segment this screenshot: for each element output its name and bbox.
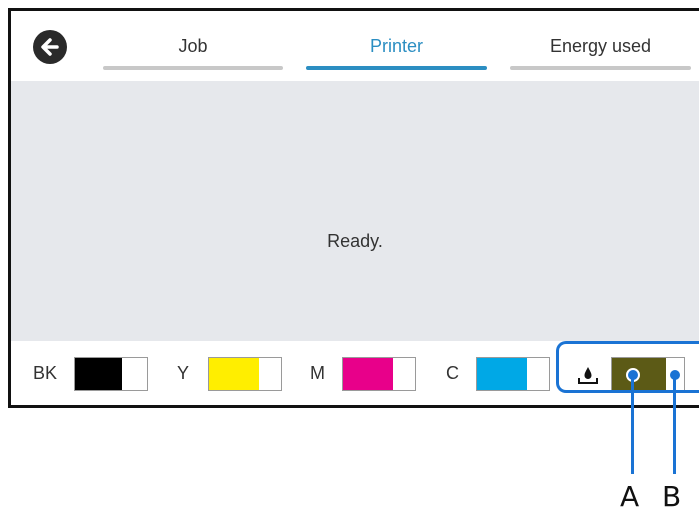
status-message: Ready. (327, 231, 383, 251)
callout-a-label: A (620, 480, 640, 513)
tab-printer-label: Printer (369, 36, 423, 56)
ink-gauge-m (342, 357, 416, 391)
tab-energy-used[interactable]: Energy used (510, 11, 691, 81)
ink-fill-y (209, 358, 260, 390)
tab-job-label: Job (178, 36, 208, 56)
tab-job[interactable]: Job (103, 11, 283, 81)
tab-printer[interactable]: Printer (306, 11, 487, 81)
callout-b-label: B (662, 480, 682, 513)
back-button[interactable] (33, 30, 67, 64)
tab-printer-indicator (306, 66, 487, 70)
ink-label-bk: BK (33, 363, 58, 383)
status-area: Ready. (11, 81, 699, 341)
ink-label-y: Y (177, 363, 190, 383)
ink-gauge-c (476, 357, 550, 391)
top-bar: Job Printer Energy used (11, 11, 699, 81)
maintenance-box-highlight (556, 341, 699, 393)
ink-gauge-y (208, 357, 282, 391)
ink-fill-bk (75, 358, 122, 390)
ink-label-c: C (446, 363, 459, 383)
ink-fill-m (343, 358, 394, 390)
tab-job-indicator (103, 66, 283, 70)
ink-fill-c (477, 358, 528, 390)
tab-energy-used-label: Energy used (549, 36, 652, 56)
callout-b-line (673, 378, 676, 474)
ink-label-m: M (310, 363, 325, 383)
ink-gauge-bk (74, 357, 148, 391)
tab-energy-used-indicator (510, 66, 691, 70)
callout-a-line (631, 378, 634, 474)
arrow-left-icon (41, 38, 59, 56)
